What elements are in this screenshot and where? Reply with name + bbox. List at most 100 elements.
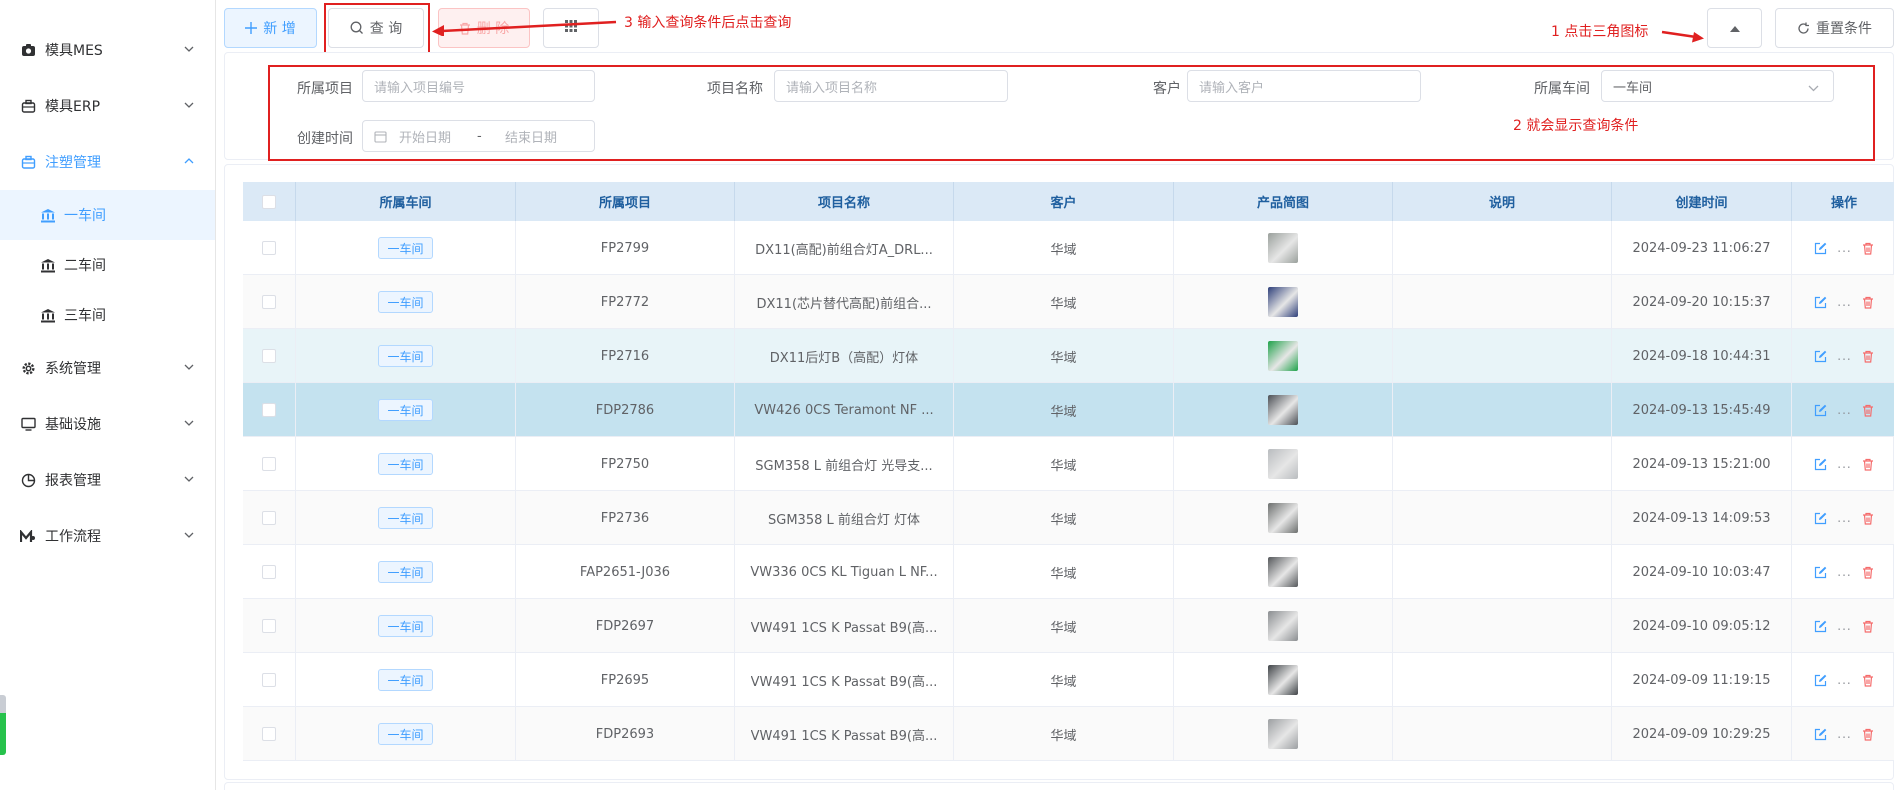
add-button[interactable]: 新 增 [224, 8, 317, 48]
select-all-checkbox[interactable] [262, 194, 276, 209]
trash-icon[interactable] [1862, 728, 1874, 741]
trash-icon[interactable] [1862, 620, 1874, 633]
trash-icon[interactable] [1862, 458, 1874, 471]
edit-icon[interactable] [1814, 404, 1827, 417]
sidebar-item-reports[interactable]: 报表管理 [0, 452, 215, 508]
more-icon[interactable]: ... [1837, 619, 1851, 633]
sidebar-item-label: 基础设施 [45, 417, 101, 433]
product-thumbnail[interactable] [1268, 557, 1298, 587]
more-icon[interactable]: ... [1837, 295, 1851, 309]
edit-icon[interactable] [1814, 728, 1827, 741]
product-thumbnail[interactable] [1268, 287, 1298, 317]
sidebar-item-injection[interactable]: 注塑管理 [0, 134, 215, 190]
trash-icon[interactable] [1862, 674, 1874, 687]
table-row[interactable]: 一车间 FDP2786 VW426 0CS Teramont NF ... 华域 202… [243, 383, 1894, 437]
sidebar-item-label: 模具MES [45, 43, 103, 59]
table-row[interactable]: 一车间 FAP2651-J036 VW336 0CS KL Tiguan L NF.… [243, 545, 1894, 599]
end-date-input[interactable]: 结束日期 [505, 127, 557, 146]
project-name-cell: VW491 1CS K Passat B9(高... [735, 653, 954, 707]
more-icon[interactable]: ... [1837, 565, 1851, 579]
sidebar-item-infrastructure[interactable]: 基础设施 [0, 396, 215, 452]
project-name-text: VW491 1CS K Passat B9(高... [750, 620, 938, 636]
start-date-input[interactable]: 开始日期 [399, 127, 477, 146]
row-actions: ... [1814, 565, 1873, 579]
edit-icon[interactable] [1814, 674, 1827, 687]
trash-icon[interactable] [1862, 404, 1874, 417]
product-thumbnail[interactable] [1268, 719, 1298, 749]
header-select-all[interactable] [243, 182, 296, 221]
row-checkbox[interactable] [262, 511, 276, 525]
sidebar-subitem-workshop-1[interactable]: 一车间 [0, 190, 215, 240]
thumbnail-cell [1174, 707, 1393, 761]
more-icon[interactable]: ... [1837, 457, 1851, 471]
more-icon[interactable]: ... [1837, 727, 1851, 741]
trash-icon[interactable] [1862, 242, 1874, 255]
customer-cell: 华域 [954, 275, 1174, 329]
table-row[interactable]: 一车间 FP2799 DX11(高配)前组合灯A_DRL... 华域 2024-09-2… [243, 221, 1894, 275]
product-thumbnail[interactable] [1268, 449, 1298, 479]
table-row[interactable]: 一车间 FP2750 SGM358 L 前组合灯 光导支... 华域 2024-09-1… [243, 437, 1894, 491]
thumbnail-cell [1174, 221, 1393, 275]
table-row[interactable]: 一车间 FP2695 VW491 1CS K Passat B9(高... 华域 202… [243, 653, 1894, 707]
project-name-cell: VW336 0CS KL Tiguan L NF... [735, 545, 954, 599]
table-row[interactable]: 一车间 FP2736 SGM358 L 前组合灯 灯体 华域 2024-09-13 14… [243, 491, 1894, 545]
edit-icon[interactable] [1814, 620, 1827, 633]
sidebar-item-workflow[interactable]: 工作流程 [0, 508, 215, 564]
product-thumbnail[interactable] [1268, 395, 1298, 425]
trash-icon[interactable] [1862, 512, 1874, 525]
project-name-cell: VW491 1CS K Passat B9(高... [735, 707, 954, 761]
edit-icon[interactable] [1814, 566, 1827, 579]
row-checkbox[interactable] [262, 349, 276, 363]
edit-icon[interactable] [1814, 350, 1827, 363]
table-row[interactable]: 一车间 FP2716 DX11后灯B（高配）灯体 华域 2024-09-18 10:44… [243, 329, 1894, 383]
product-thumbnail[interactable] [1268, 341, 1298, 371]
product-thumbnail[interactable] [1268, 503, 1298, 533]
more-icon[interactable]: ... [1837, 241, 1851, 255]
product-thumbnail[interactable] [1268, 233, 1298, 263]
table-row[interactable]: 一车间 FDP2697 VW491 1CS K Passat B9(高... 华域 20… [243, 599, 1894, 653]
row-checkbox[interactable] [262, 295, 276, 309]
toggle-search-button[interactable] [1707, 8, 1762, 48]
project-cell: FP2716 [516, 329, 735, 383]
product-thumbnail[interactable] [1268, 665, 1298, 695]
edit-icon[interactable] [1814, 296, 1827, 309]
more-icon[interactable]: ... [1837, 673, 1851, 687]
row-checkbox[interactable] [262, 565, 276, 579]
thumbnail-cell [1174, 437, 1393, 491]
sidebar-subitem-workshop-2[interactable]: 二车间 [0, 240, 215, 290]
more-icon[interactable]: ... [1837, 349, 1851, 363]
row-checkbox[interactable] [262, 403, 276, 417]
edit-icon[interactable] [1814, 512, 1827, 525]
more-icon[interactable]: ... [1837, 511, 1851, 525]
row-actions: ... [1814, 403, 1873, 417]
table-row[interactable]: 一车间 FDP2693 VW491 1CS K Passat B9(高... 华域 20… [243, 707, 1894, 761]
row-actions: ... [1814, 673, 1873, 687]
workshop-select[interactable]: 一车间 [1601, 70, 1834, 102]
row-checkbox[interactable] [262, 727, 276, 741]
edit-icon[interactable] [1814, 242, 1827, 255]
row-checkbox[interactable] [262, 241, 276, 255]
project-input[interactable]: 请输入项目编号 [362, 70, 595, 102]
sidebar-subitem-workshop-3[interactable]: 三车间 [0, 290, 215, 340]
sidebar-item-system[interactable]: 系统管理 [0, 340, 215, 396]
trash-icon[interactable] [1862, 350, 1874, 363]
product-thumbnail[interactable] [1268, 611, 1298, 641]
trash-icon[interactable] [1862, 566, 1874, 579]
table-row[interactable]: 一车间 FP2772 DX11(芯片替代高配)前组合... 华域 2024-09-20 … [243, 275, 1894, 329]
workshop-tag: 一车间 [378, 723, 433, 745]
scroll-handle[interactable] [0, 695, 6, 755]
row-checkbox[interactable] [262, 673, 276, 687]
customer-cell: 华域 [954, 599, 1174, 653]
project-cell: FDP2786 [516, 383, 735, 437]
more-icon[interactable]: ... [1837, 403, 1851, 417]
trash-icon[interactable] [1862, 296, 1874, 309]
sidebar-item-mes[interactable]: 模具MES [0, 22, 215, 78]
customer-input[interactable]: 请输入客户 [1187, 70, 1421, 102]
reset-button[interactable]: 重置条件 [1775, 8, 1894, 48]
row-checkbox[interactable] [262, 457, 276, 471]
sidebar-item-erp[interactable]: 模具ERP [0, 78, 215, 134]
name-input[interactable]: 请输入项目名称 [774, 70, 1008, 102]
row-checkbox[interactable] [262, 619, 276, 633]
edit-icon[interactable] [1814, 458, 1827, 471]
date-range-picker[interactable]: 开始日期 - 结束日期 [362, 120, 595, 152]
